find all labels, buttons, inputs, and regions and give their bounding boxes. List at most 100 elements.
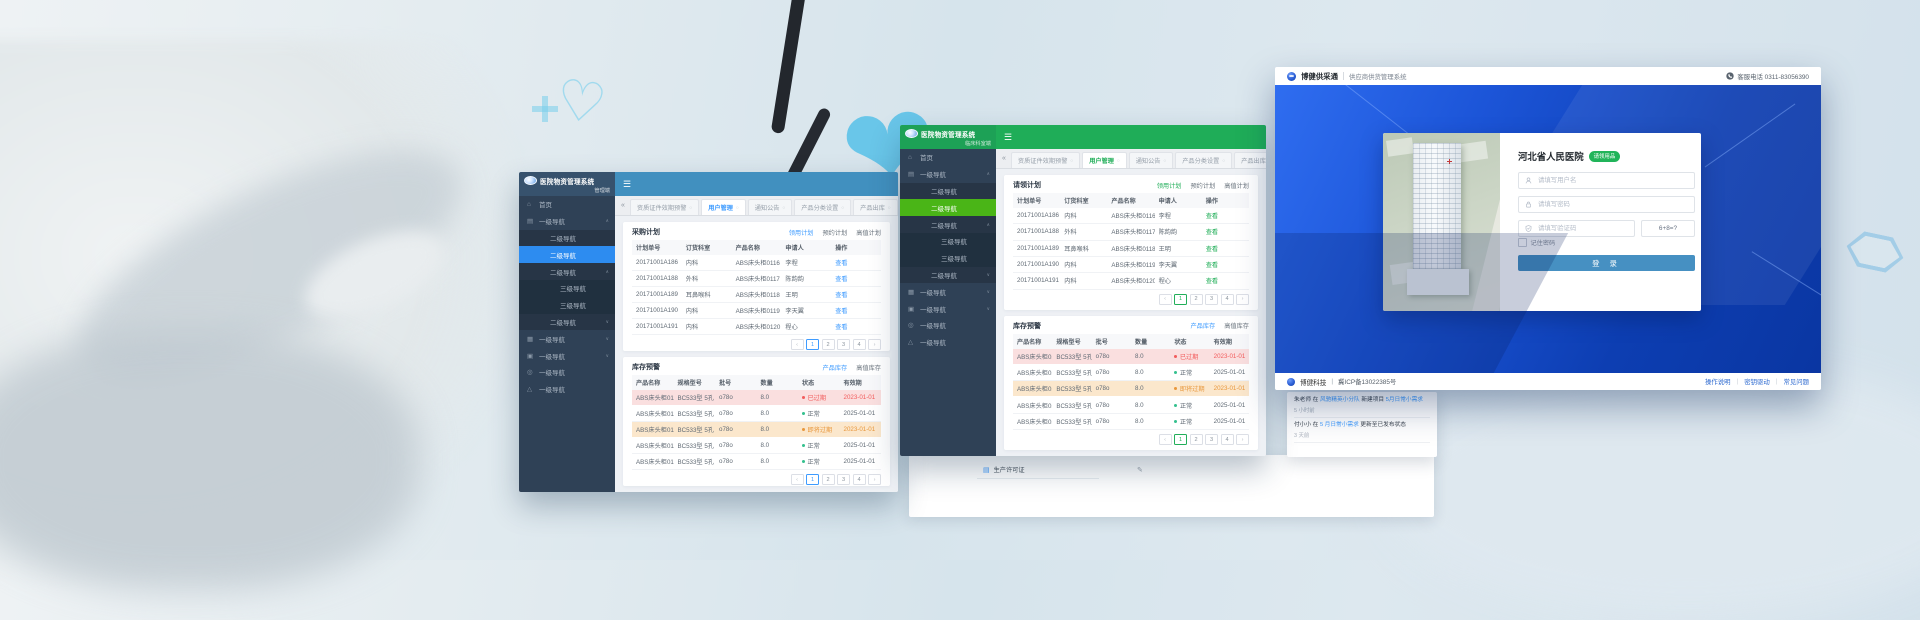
certificate-row[interactable]: ▤ 生产许可证 (977, 463, 1099, 479)
page-button[interactable]: › (868, 474, 881, 485)
activity-link[interactable]: 5 月日常小需求 (1320, 422, 1359, 428)
sidebar-item[interactable]: 二级导航 (519, 246, 615, 263)
tab[interactable]: 产品分类设置 ○ (1175, 152, 1232, 168)
sidebar-item[interactable]: ▦ 一级导航 ∨ (900, 283, 996, 300)
sidebar-item[interactable]: 二级导航 (519, 230, 615, 247)
stock-type-link[interactable]: 产品库存 (823, 363, 848, 372)
sidebar-item[interactable]: ▣ 一级导航 ∨ (519, 347, 615, 364)
sidebar-item[interactable]: ⌂ 首页 (519, 196, 615, 213)
tab-close-icon[interactable]: ○ (1222, 158, 1225, 163)
sidebar-item[interactable]: ▦ 一级导航 ∨ (519, 330, 615, 347)
page-button[interactable]: ‹ (791, 474, 804, 485)
page-button[interactable]: 4 (853, 339, 866, 350)
stock-type-link[interactable]: 产品库存 (1191, 321, 1216, 330)
plan-type-link[interactable]: 预约计划 (823, 228, 848, 237)
view-link[interactable]: 查看 (831, 287, 881, 303)
page-button[interactable]: 3 (837, 339, 850, 350)
tab-close-icon[interactable]: ○ (736, 205, 739, 210)
sidebar-item[interactable]: ⌂ 首页 (900, 149, 996, 166)
page-button[interactable]: 1 (806, 474, 819, 485)
sidebar-item[interactable]: 二级导航 ∨ (900, 267, 996, 284)
footer-link-manual[interactable]: 操作说明 (1705, 377, 1731, 386)
page-button[interactable]: 2 (822, 339, 835, 350)
page-button[interactable]: 2 (1190, 434, 1203, 445)
sidebar-item[interactable]: ▤ 一级导航 ∧ (519, 213, 615, 230)
sidebar-item[interactable]: 三级导航 (900, 233, 996, 250)
collapse-tabs-icon[interactable]: « (621, 202, 625, 209)
tab[interactable]: 通知公告 ○ (1129, 152, 1174, 168)
page-button[interactable]: 1 (1174, 294, 1187, 305)
hamburger-icon[interactable]: ☰ (1004, 133, 1012, 142)
tab-close-icon[interactable]: ○ (841, 205, 844, 210)
sidebar-item[interactable]: 三级导航 (519, 280, 615, 297)
page-button[interactable]: 1 (806, 339, 819, 350)
remember-checkbox[interactable] (1518, 238, 1527, 247)
activity-link[interactable]: 风驰精英小分队 (1320, 397, 1360, 403)
page-button[interactable]: 3 (1205, 294, 1218, 305)
collapse-tabs-icon[interactable]: « (1002, 155, 1006, 162)
page-button[interactable]: 2 (1190, 294, 1203, 305)
view-link[interactable]: 查看 (831, 271, 881, 287)
tab-close-icon[interactable]: ○ (782, 205, 785, 210)
stock-type-link[interactable]: 高值库存 (1224, 321, 1249, 330)
view-link[interactable]: 查看 (1202, 208, 1249, 224)
password-input[interactable] (1536, 200, 1688, 209)
view-link[interactable]: 查看 (831, 303, 881, 319)
sidebar-item[interactable]: 三级导航 (900, 250, 996, 267)
view-link[interactable]: 查看 (1202, 256, 1249, 272)
activity-link[interactable]: 5月日常小需求 (1386, 397, 1423, 403)
captcha-question[interactable]: 6+8=? (1641, 220, 1695, 237)
hamburger-icon[interactable]: ☰ (623, 180, 631, 189)
tab[interactable]: 资质证件效期预警 ○ (630, 199, 699, 215)
tab[interactable]: 通知公告 ○ (748, 199, 793, 215)
sidebar-item[interactable]: 二级导航 ∧ (900, 216, 996, 233)
stock-type-link[interactable]: 高值库存 (856, 363, 881, 372)
page-button[interactable]: 1 (1174, 434, 1187, 445)
tab[interactable]: 用户管理 ○ (701, 199, 746, 215)
tab[interactable]: 产品出库 ○ (1234, 152, 1266, 168)
sidebar-item[interactable]: ▣ 一级导航 ∨ (900, 300, 996, 317)
sidebar-item[interactable]: ◎ 一级导航 (900, 317, 996, 334)
page-button[interactable]: › (1236, 294, 1249, 305)
page-button[interactable]: 4 (853, 474, 866, 485)
sidebar-item[interactable]: 二级导航 (900, 199, 996, 216)
page-button[interactable]: › (868, 339, 881, 350)
view-link[interactable]: 查看 (1202, 224, 1249, 240)
sidebar-item[interactable]: ◎ 一级导航 (519, 364, 615, 381)
sidebar-item[interactable]: 二级导航 (900, 183, 996, 200)
view-link[interactable]: 查看 (1202, 240, 1249, 256)
page-button[interactable]: 3 (837, 474, 850, 485)
plan-type-link[interactable]: 领用计划 (789, 228, 814, 237)
tab[interactable]: 用户管理 ○ (1082, 152, 1127, 168)
tab-close-icon[interactable]: ○ (1163, 158, 1166, 163)
username-input[interactable] (1536, 176, 1688, 185)
page-button[interactable]: 4 (1221, 434, 1234, 445)
captcha-input[interactable] (1536, 224, 1628, 233)
page-button[interactable]: ‹ (1159, 434, 1172, 445)
sidebar-item[interactable]: △ 一级导航 (519, 381, 615, 398)
login-button[interactable]: 登 录 (1518, 255, 1695, 271)
page-button[interactable]: ‹ (1159, 294, 1172, 305)
tab-close-icon[interactable]: ○ (689, 205, 692, 210)
plan-type-link[interactable]: 领用计划 (1157, 181, 1182, 190)
sidebar-item[interactable]: 二级导航 ∧ (519, 263, 615, 280)
plan-type-link[interactable]: 高值计划 (856, 228, 881, 237)
footer-link-faq[interactable]: 常见问题 (1783, 377, 1809, 386)
footer-link-key-driver[interactable]: 密钥驱动 (1744, 377, 1770, 386)
page-button[interactable]: 3 (1205, 434, 1218, 445)
tab[interactable]: 产品分类设置 ○ (794, 199, 851, 215)
sidebar-item[interactable]: 二级导航 ∨ (519, 314, 615, 331)
tab[interactable]: 产品出库 ○ (853, 199, 898, 215)
tab-close-icon[interactable]: ○ (1070, 158, 1073, 163)
page-button[interactable]: › (1236, 434, 1249, 445)
plan-type-link[interactable]: 高值计划 (1224, 181, 1249, 190)
tab[interactable]: 资质证件效期预警 ○ (1011, 152, 1080, 168)
view-link[interactable]: 查看 (1202, 273, 1249, 289)
edit-icon[interactable]: ✎ (1137, 466, 1143, 474)
sidebar-item[interactable]: 三级导航 (519, 297, 615, 314)
tab-close-icon[interactable]: ○ (1117, 158, 1120, 163)
sidebar-item[interactable]: ▤ 一级导航 ∧ (900, 166, 996, 183)
sidebar-item[interactable]: △ 一级导航 (900, 334, 996, 351)
tab-close-icon[interactable]: ○ (888, 205, 891, 210)
plan-type-link[interactable]: 预约计划 (1191, 181, 1216, 190)
